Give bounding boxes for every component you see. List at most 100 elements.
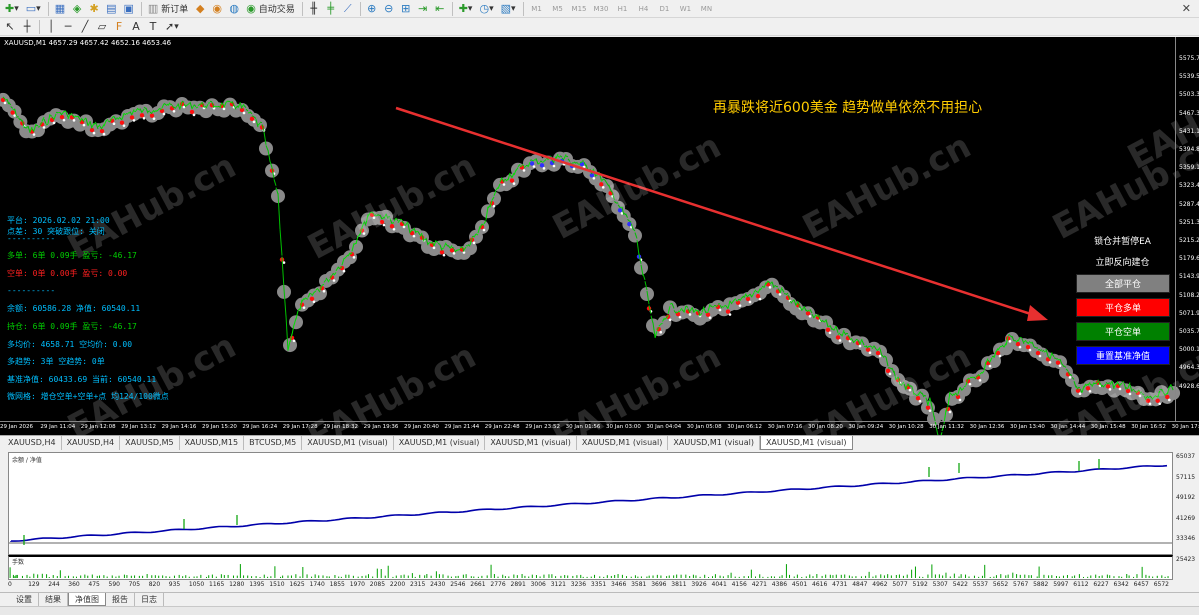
trendline-icon[interactable]: ╱ [77,19,93,34]
autoscroll-icon[interactable]: ⇥ [415,1,431,16]
close-short-button[interactable]: 平仓空单 [1076,322,1170,341]
margin-bar [699,576,701,578]
new-order-button[interactable]: ▥ 新订单 [145,1,191,16]
chart-tab[interactable]: XAUUSD,M1 (visual) [668,436,760,450]
navigator-icon[interactable]: ✱ [86,1,102,16]
main-toolbar: ✚ ▾ ▭ ▾ ▦ ◈ ✱ ▤ ▣ ▥ 新订单 ◆ ◉ ◍ ◉ 自动交易 ╫ ╪ ⟋… [0,0,1199,18]
horizontal-line-icon[interactable]: ─ [60,19,76,34]
vertical-line-icon[interactable]: │ [43,19,59,34]
margin-bar [508,576,510,578]
chart-tab[interactable]: XAUUSD,M1 (visual) [577,436,669,450]
tester-tab[interactable]: 净值图 [68,593,106,606]
margin-bar [567,575,569,578]
margin-bar [1164,576,1166,578]
chart-window[interactable]: XAUUSD,M1 4657.29 4657.42 4652.16 4653.4… [0,37,1199,435]
timeframe-h1[interactable]: H1 [612,1,632,16]
metaeditor-icon[interactable]: ◆ [192,1,208,16]
margin-bar [714,574,716,578]
margin-bar [357,576,359,578]
margin-bar [906,574,908,578]
zoom-in-icon[interactable]: ⊕ [364,1,380,16]
trade-dot [142,116,146,120]
tile-windows-icon[interactable]: ⊞ [398,1,414,16]
terminal-icon[interactable]: ▤ [103,1,119,16]
candle [963,385,967,388]
chart-tab[interactable]: XAUUSD,H4 [62,436,121,450]
tester-icon[interactable]: ▣ [121,1,137,16]
margin-bar [274,566,276,578]
chart-tab[interactable]: XAUUSD,M15 [180,436,245,450]
market-watch-icon[interactable]: ▦ [52,1,68,16]
templates-icon[interactable]: ▧ ▾ [498,1,519,16]
chart-tab[interactable]: XAUUSD,M1 (visual) [759,436,853,450]
trade-dot [152,117,156,120]
tester-tab[interactable]: 日志 [135,593,164,606]
margin-bar [193,576,195,578]
trade-dot [1008,340,1012,343]
label-icon[interactable]: T [145,19,161,34]
fibonacci-icon[interactable]: F [111,19,127,34]
timeframe-mn[interactable]: MN [696,1,716,16]
margin-bar [968,576,970,578]
tester-tab[interactable]: 设置 [10,593,39,606]
timeframe-d1[interactable]: D1 [654,1,674,16]
chart-shift-icon[interactable]: ⇤ [432,1,448,16]
candlestick-icon[interactable]: ╪ [323,1,339,16]
bar-chart-icon[interactable]: ╫ [306,1,322,16]
timeframe-m15[interactable]: M15 [569,1,590,16]
trade-dot [755,293,761,299]
autotrade-button[interactable]: ◉ 自动交易 [243,1,298,16]
close-long-button[interactable]: 平仓多单 [1076,298,1170,317]
time-tick: 29 Jan 16:24 [242,424,278,430]
indicators-icon[interactable]: ✚ ▾ [456,1,476,16]
reset-equity-button[interactable]: 重置基准净值 [1076,346,1170,365]
channel-icon[interactable]: ▱ [94,19,110,34]
tester-tab[interactable]: 结果 [39,593,68,606]
chart-tab[interactable]: XAUUSD,M1 (visual) [302,436,394,450]
text-icon[interactable]: A [128,19,144,34]
margin-bar [1055,576,1057,578]
close-icon[interactable]: ✕ [1182,2,1191,15]
margin-bar [345,574,347,578]
margin-bar [1019,574,1021,578]
signals-icon[interactable]: ◉ [209,1,225,16]
new-chart-icon[interactable]: ✚ ▾ [2,1,22,16]
profiles-icon[interactable]: ▭ ▾ [23,1,44,16]
time-tick: 30 Jan 04:04 [646,424,682,430]
margin-bar [367,574,369,578]
tester-tab[interactable]: 报告 [106,593,135,606]
chart-tab[interactable]: XAUUSD,M5 [120,436,180,450]
margin-bar [829,574,831,578]
periods-icon[interactable]: ◷ ▾ [476,1,496,16]
zoom-out-icon[interactable]: ⊖ [381,1,397,16]
margin-bar [880,574,882,578]
chart-tab[interactable]: BTCUSD,M5 [244,436,303,450]
time-tick: 30 Jan 07:16 [767,424,803,430]
line-chart-icon[interactable]: ⟋ [340,1,356,16]
chart-tab[interactable]: XAUUSD,M1 (visual) [394,436,486,450]
crosshair-icon[interactable]: ┼ [19,19,35,34]
arrow-objects-icon[interactable]: ➚ ▾ [162,19,182,34]
price-tick: 5000.10 [1179,346,1199,354]
timeframe-h4[interactable]: H4 [633,1,653,16]
candle [273,179,277,186]
margin-bar [470,576,472,578]
chart-tab[interactable]: XAUUSD,M1 (visual) [485,436,577,450]
timeframe-m1[interactable]: M1 [527,1,547,16]
candle [1029,342,1033,344]
margin-bar [372,576,374,578]
info-line: 多均价: 4658.71 空均价: 0.00 [7,340,133,349]
time-tick: 29 Jan 18:32 [323,424,359,430]
chart-tab[interactable]: XAUUSD,H4 [3,436,62,450]
timeframe-w1[interactable]: W1 [675,1,695,16]
margin-bar [16,574,18,578]
timeframe-m30[interactable]: M30 [590,1,611,16]
margin-bar [855,576,857,578]
data-window-icon[interactable]: ◈ [69,1,85,16]
lock-pause-ea-label[interactable]: 锁仓并暂停EA [1075,234,1170,247]
reverse-open-label[interactable]: 立即反向建仓 [1075,255,1170,268]
cursor-icon[interactable]: ↖ [2,19,18,34]
globe-icon[interactable]: ◍ [226,1,242,16]
timeframe-m5[interactable]: M5 [548,1,568,16]
close-all-button[interactable]: 全部平仓 [1076,274,1170,293]
